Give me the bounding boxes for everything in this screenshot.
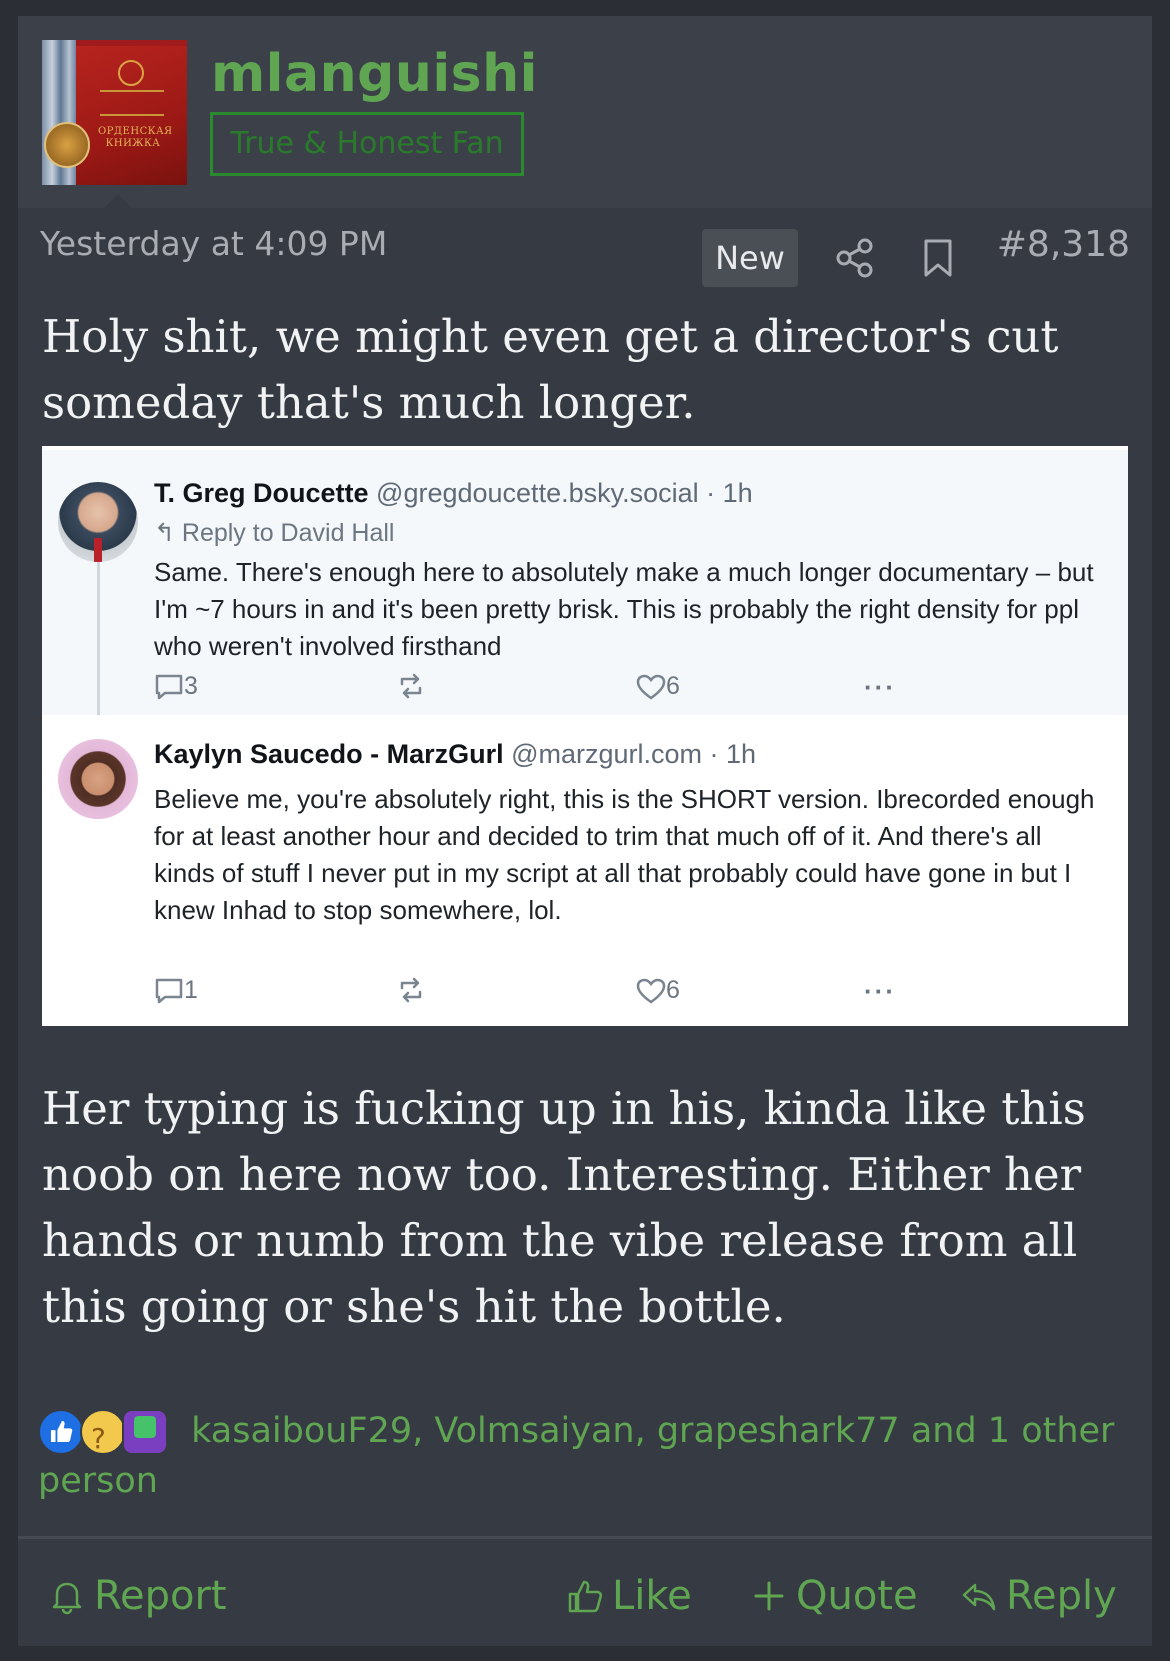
embedded-more-icon: ···	[864, 672, 896, 702]
reactions-bar[interactable]: ? kasaibouF29, Volmsaiyan, grapeshark77 …	[38, 1406, 1138, 1506]
like-label: Like	[612, 1573, 692, 1619]
quote-label: Quote	[796, 1573, 918, 1619]
embedded-author: Kaylyn Saucedo - MarzGurl @marzgurl.com …	[154, 739, 756, 770]
embedded-avatar	[58, 482, 138, 562]
reactions-users-link[interactable]: kasaibouF29, Volmsaiyan, grapeshark77 an…	[38, 1411, 1114, 1501]
embedded-handle: @gregdoucette.bsky.social · 1h	[368, 478, 753, 508]
post-body-paragraph: Her typing is fucking up in his, kinda l…	[42, 1082, 1086, 1333]
report-label: Report	[94, 1573, 227, 1619]
embedded-screenshot[interactable]: T. Greg Doucette @gregdoucette.bsky.soci…	[42, 446, 1128, 1026]
thread-line	[97, 562, 100, 730]
embedded-reply-count: 1	[154, 976, 198, 1005]
embedded-more-icon: ···	[864, 976, 896, 1006]
like-button[interactable]: Like	[566, 1546, 692, 1646]
embedded-post-text: Same. There's enough here to absolutely …	[154, 557, 1094, 661]
heart-icon	[636, 978, 666, 1004]
puzzle-icon	[122, 1409, 168, 1455]
thumbs-up-icon	[568, 1580, 603, 1613]
bookmark-icon[interactable]	[923, 238, 953, 278]
reply-button[interactable]: Reply	[960, 1546, 1117, 1646]
avatar-book-label: ОРДЕНСКАЯ КНИЖКА	[98, 126, 173, 149]
embedded-author: T. Greg Doucette @gregdoucette.bsky.soci…	[154, 478, 753, 509]
repost-icon	[400, 977, 422, 1003]
reaction-icons: ?	[38, 1409, 180, 1455]
embedded-handle: @marzgurl.com · 1h	[503, 739, 757, 769]
post-date-link[interactable]: Yesterday at 4:09 PM	[40, 224, 387, 263]
embedded-post: Kaylyn Saucedo - MarzGurl @marzgurl.com …	[42, 715, 1128, 1026]
embedded-reply-count: 3	[154, 672, 198, 701]
avatar-emblem-image	[118, 60, 144, 86]
reply-count: 1	[184, 976, 198, 1004]
new-badge: New	[702, 229, 798, 287]
embedded-post-text: Believe me, you're absolutely right, thi…	[154, 784, 1095, 925]
embedded-reply-to: ↰ Reply to David Hall	[154, 519, 395, 547]
report-button[interactable]: Report	[48, 1546, 227, 1646]
embedded-display-name: T. Greg Doucette	[154, 478, 369, 508]
username-link[interactable]: mlanguishi	[211, 44, 538, 104]
embedded-avatar	[58, 739, 138, 819]
like-count: 6	[666, 976, 680, 1004]
plus-icon	[754, 1581, 784, 1611]
post-header: ОРДЕНСКАЯ КНИЖКА mlanguishi True & Hones…	[18, 16, 1152, 208]
avatar[interactable]: ОРДЕНСКАЯ КНИЖКА	[42, 40, 187, 185]
quote-button[interactable]: Quote	[750, 1546, 918, 1646]
embedded-like-count: 6	[636, 672, 680, 701]
embedded-display-name: Kaylyn Saucedo - MarzGurl	[154, 739, 504, 769]
reply-label: Reply	[1006, 1573, 1117, 1619]
thinking-icon: ?	[80, 1409, 126, 1455]
like-icon	[38, 1409, 84, 1455]
comment-icon	[155, 674, 183, 699]
embedded-actions: 3 6 ···	[154, 672, 894, 702]
user-title-badge: True & Honest Fan	[210, 112, 524, 176]
footer-divider	[18, 1536, 1152, 1539]
forum-post: ОРДЕНСКАЯ КНИЖКА mlanguishi True & Hones…	[18, 16, 1152, 1646]
embedded-like-count: 6	[636, 976, 680, 1005]
post-number-link[interactable]: #8,318	[997, 224, 1130, 265]
heart-icon	[636, 674, 666, 700]
embedded-post: T. Greg Doucette @gregdoucette.bsky.soci…	[42, 450, 1128, 730]
avatar-gold-lines	[100, 90, 164, 116]
post-body-paragraph: Holy shit, we might even get a director'…	[42, 310, 1059, 429]
avatar-medal-image	[44, 122, 90, 168]
embedded-repost	[396, 976, 426, 1004]
repost-icon	[400, 673, 422, 699]
reply-arrow-icon	[962, 1583, 996, 1611]
embedded-actions: 1 6 ···	[154, 976, 894, 1006]
reply-count: 3	[184, 672, 198, 700]
like-count: 6	[666, 672, 680, 700]
bell-icon	[52, 1582, 82, 1615]
header-pointer	[104, 194, 132, 208]
share-icon[interactable]	[836, 238, 874, 278]
embedded-repost	[396, 672, 426, 700]
comment-icon	[155, 978, 183, 1003]
